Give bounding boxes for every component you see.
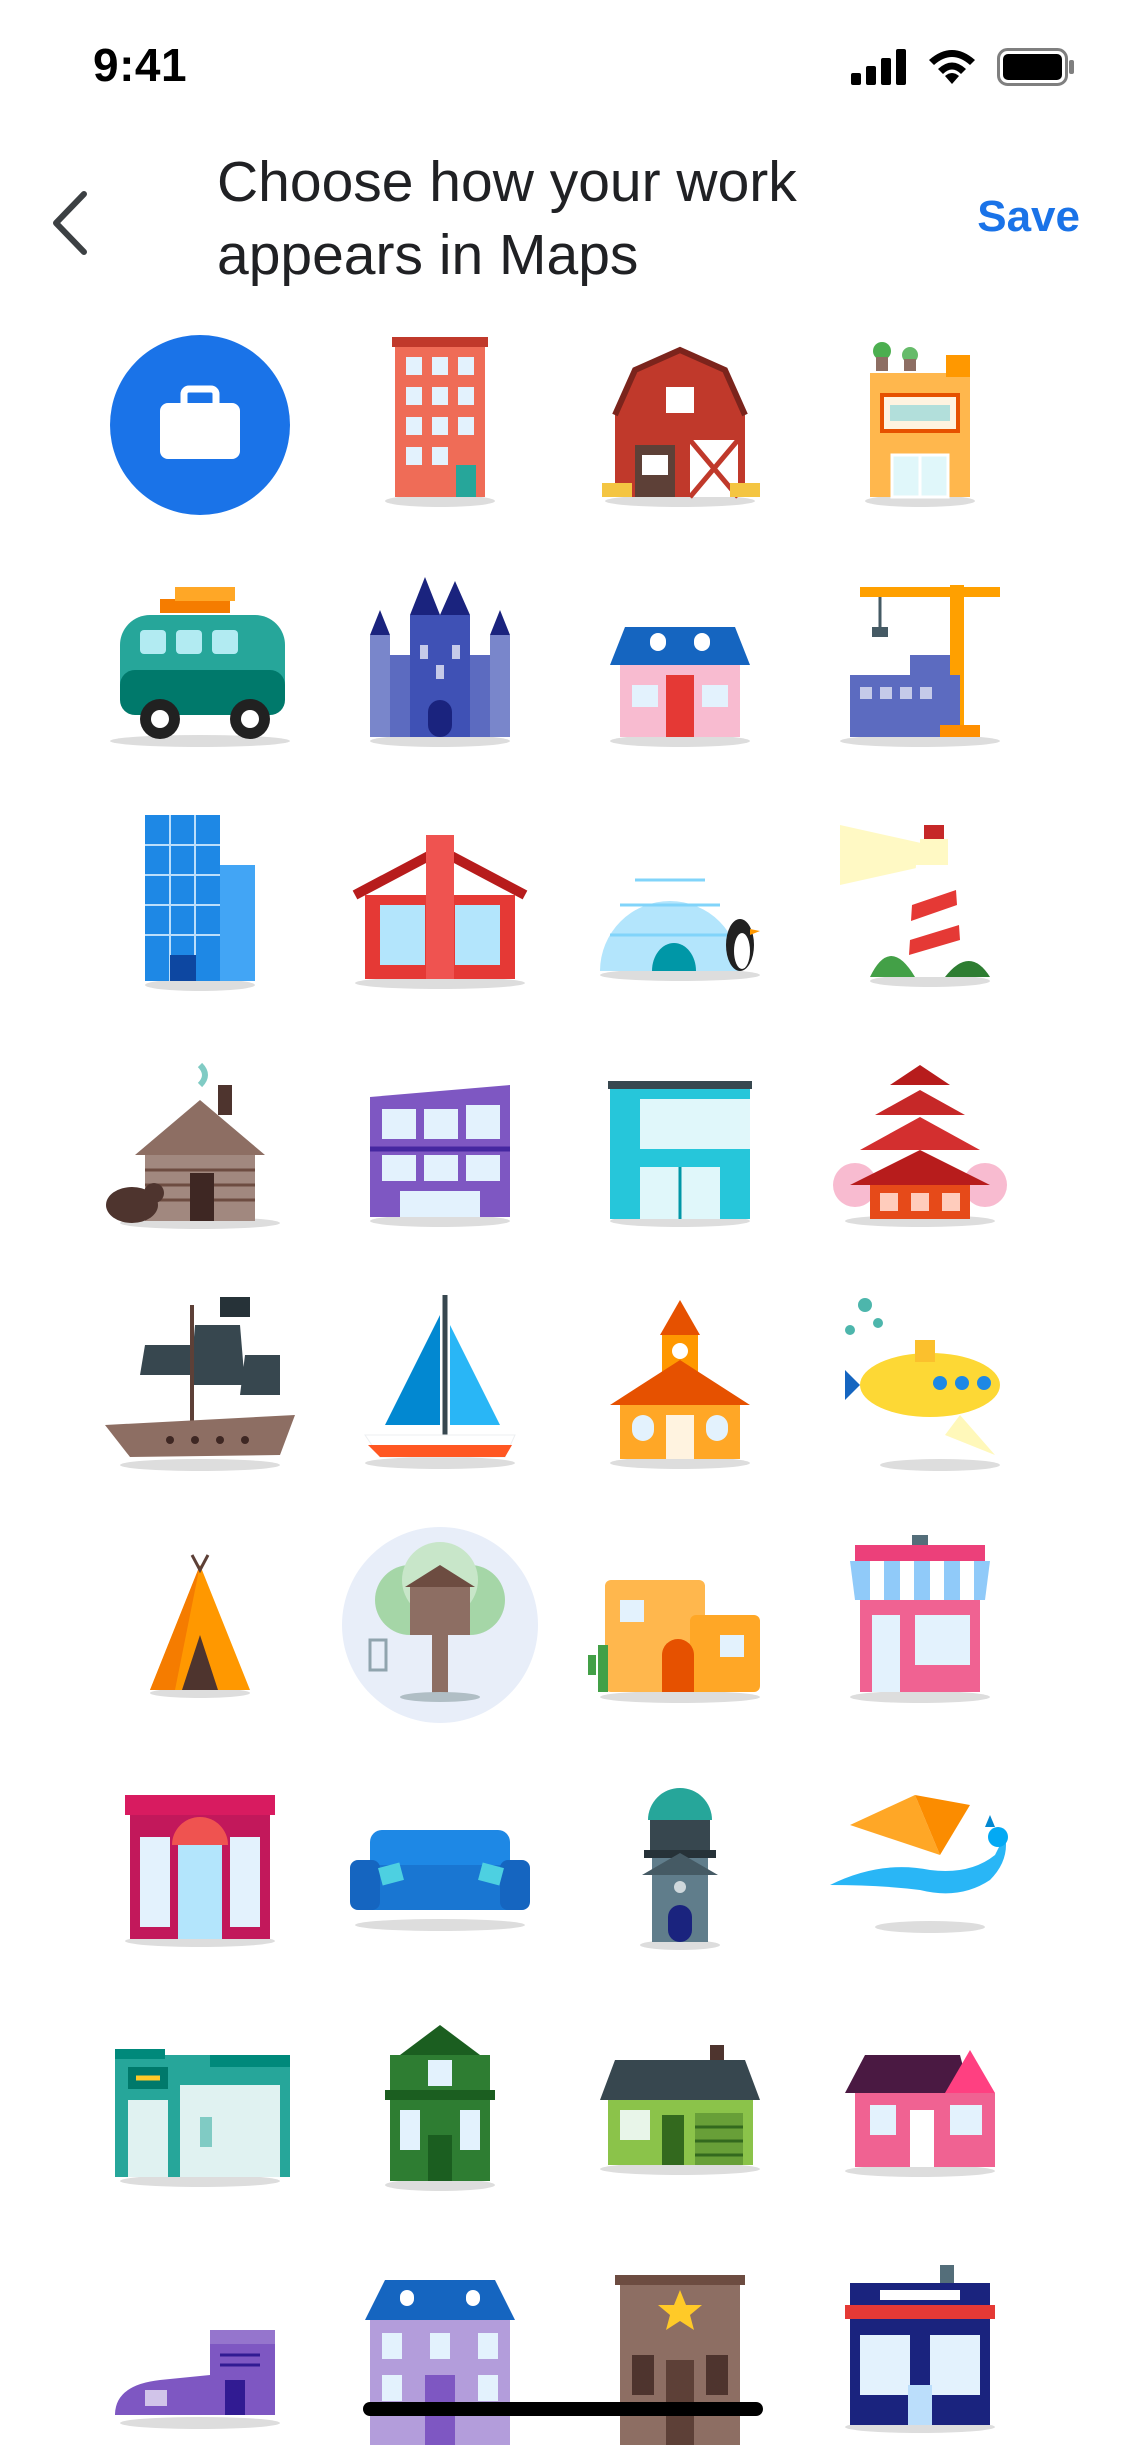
schoolhouse-icon xyxy=(610,1300,750,1469)
battery-icon xyxy=(997,48,1074,86)
header: Choose how your work appears in Maps Sav… xyxy=(0,140,1125,310)
save-button[interactable]: Save xyxy=(977,192,1080,242)
teepee-icon xyxy=(150,1554,250,1698)
icon-option-briefcase[interactable] xyxy=(100,325,300,525)
icon-option-castle[interactable] xyxy=(340,565,540,765)
home-indicator[interactable] xyxy=(363,2402,763,2416)
green-bungalow-icon xyxy=(600,2045,760,2175)
treehouse-icon xyxy=(342,1527,538,1723)
castle-icon xyxy=(370,577,510,747)
icon-option-striped-awning-shop[interactable] xyxy=(820,1525,1020,1725)
gym-icon xyxy=(115,2049,290,2187)
icon-option-adobe-house[interactable] xyxy=(580,1525,780,1725)
pirate-ship-icon xyxy=(105,1297,295,1471)
rooftop-garden-shop-icon xyxy=(865,342,975,507)
icon-option-treehouse[interactable] xyxy=(340,1525,540,1725)
icon-option-modern-apartment[interactable] xyxy=(340,1045,540,1245)
lighthouse-icon xyxy=(840,825,990,987)
adobe-house-icon xyxy=(588,1580,760,1703)
wifi-icon xyxy=(929,50,975,84)
icon-option-corner-shop[interactable] xyxy=(820,2245,1020,2445)
teal-storefront-icon xyxy=(608,1081,752,1227)
icon-option-brick-apartment[interactable] xyxy=(340,325,540,525)
icon-option-modern-red-house[interactable] xyxy=(340,805,540,1005)
icon-option-pink-house[interactable] xyxy=(820,2005,1020,2205)
blue-couch-icon xyxy=(350,1830,530,1931)
icon-option-green-bungalow[interactable] xyxy=(580,2005,780,2205)
barn-icon xyxy=(602,346,760,507)
status-icons xyxy=(851,48,1075,86)
page-title: Choose how your work appears in Maps xyxy=(217,150,797,287)
icon-option-teal-storefront[interactable] xyxy=(580,1045,780,1245)
icon-option-teepee[interactable] xyxy=(100,1525,300,1725)
sailboat-icon xyxy=(364,1295,516,1469)
icon-option-log-cabin[interactable] xyxy=(100,1045,300,1245)
chevron-left-icon xyxy=(53,191,87,255)
icon-option-gym[interactable] xyxy=(100,2005,300,2205)
icon-option-pagoda[interactable] xyxy=(820,1045,1020,1245)
icon-option-camper-van[interactable] xyxy=(100,565,300,765)
corner-shop-icon xyxy=(845,2265,995,2433)
yellow-submarine-icon xyxy=(845,1298,1000,1471)
pink-house-icon xyxy=(845,2050,995,2177)
icon-option-barn[interactable] xyxy=(580,325,780,525)
icon-option-igloo[interactable] xyxy=(580,805,780,1005)
igloo-icon xyxy=(600,878,760,981)
icon-option-rooftop-garden-shop[interactable] xyxy=(820,325,1020,525)
icon-option-green-victorian-house[interactable] xyxy=(340,2005,540,2205)
icon-option-yellow-submarine[interactable] xyxy=(820,1285,1020,1485)
icon-option-pink-cottage[interactable] xyxy=(580,565,780,765)
observatory-tower-icon xyxy=(640,1788,720,1950)
icon-option-sailboat[interactable] xyxy=(340,1285,540,1485)
icon-option-dragon[interactable] xyxy=(820,1765,1020,1965)
construction-crane-icon xyxy=(840,585,1000,747)
icon-option-construction-crane[interactable] xyxy=(820,565,1020,765)
icon-option-lighthouse[interactable] xyxy=(820,805,1020,1005)
glass-skyscraper-icon xyxy=(145,815,255,991)
pagoda-icon xyxy=(833,1065,1007,1227)
icon-option-observatory-tower[interactable] xyxy=(580,1765,780,1965)
icon-option-schoolhouse[interactable] xyxy=(580,1285,780,1485)
icon-option-red-storefront[interactable] xyxy=(100,1765,300,1965)
back-button[interactable] xyxy=(42,180,98,266)
icon-option-glass-skyscraper[interactable] xyxy=(100,805,300,1005)
pink-cottage-icon xyxy=(610,627,750,747)
green-victorian-house-icon xyxy=(385,2025,495,2191)
log-cabin-icon xyxy=(106,1062,280,1229)
dragon-icon xyxy=(830,1795,1008,1933)
modern-red-house-icon xyxy=(352,835,528,989)
icon-option-shoe-house[interactable] xyxy=(100,2245,300,2445)
red-storefront-icon xyxy=(125,1795,275,1947)
icon-option-blue-couch[interactable] xyxy=(340,1765,540,1965)
cellular-signal-icon xyxy=(851,49,906,85)
striped-awning-shop-icon xyxy=(850,1535,990,1703)
icon-option-pirate-ship[interactable] xyxy=(100,1285,300,1485)
briefcase-icon xyxy=(110,335,290,515)
status-time: 9:41 xyxy=(93,39,188,91)
status-bar: 9:41 xyxy=(0,0,1125,140)
camper-van-icon xyxy=(110,587,290,747)
brick-apartment-icon xyxy=(385,337,495,507)
shoe-house-icon xyxy=(115,2330,280,2429)
modern-apartment-icon xyxy=(370,1085,510,1227)
